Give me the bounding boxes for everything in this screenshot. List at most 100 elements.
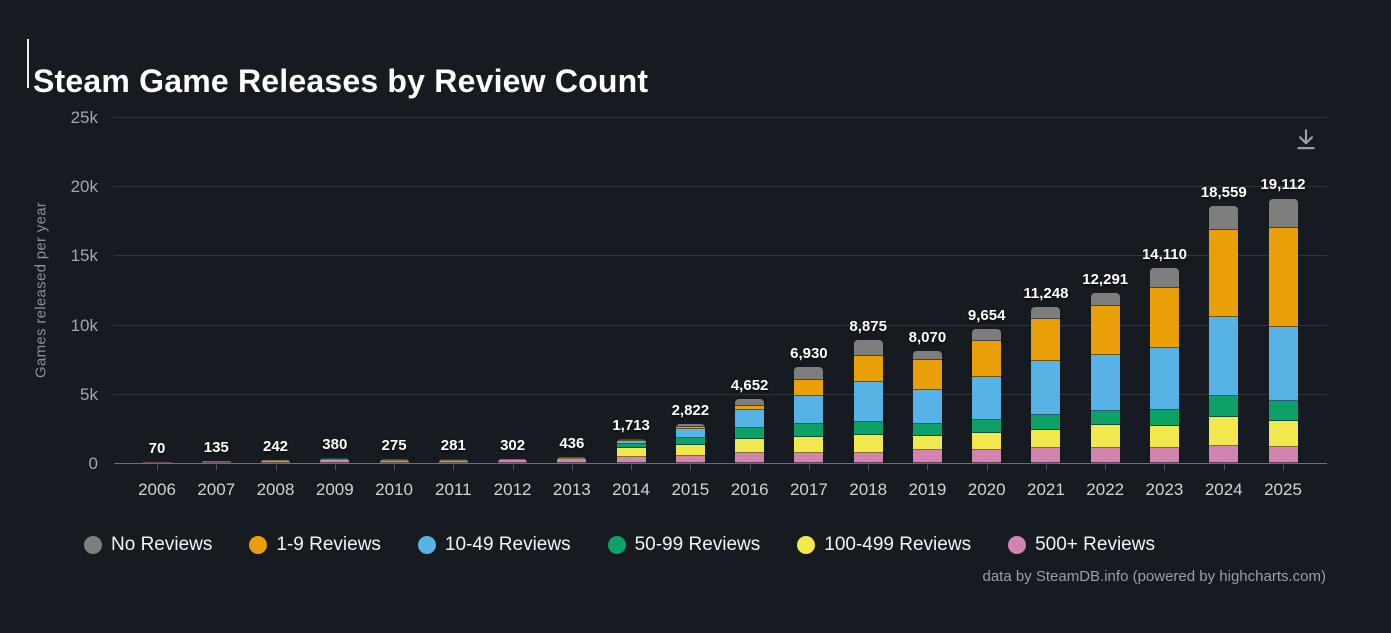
bar-segment-100-499-reviews[interactable]	[913, 436, 942, 450]
bar-segment-500-reviews[interactable]	[735, 453, 764, 463]
bar-total-label: 9,654	[942, 307, 1032, 324]
bar-segment-no-reviews[interactable]	[794, 367, 823, 380]
bar-segment-1-9-reviews[interactable]	[1150, 288, 1179, 349]
legend-item-10-49-reviews[interactable]: 10-49 Reviews	[418, 534, 571, 556]
bar-segment-no-reviews[interactable]	[1091, 293, 1120, 306]
bar-segment-1-9-reviews[interactable]	[913, 360, 942, 390]
bar-segment-50-99-reviews[interactable]	[1269, 401, 1298, 421]
x-axis-tick	[157, 463, 158, 470]
bar-group-2022[interactable]	[1091, 293, 1120, 463]
bar-segment-100-499-reviews[interactable]	[1091, 425, 1120, 447]
x-axis-tick	[809, 463, 810, 470]
bar-segment-100-499-reviews[interactable]	[972, 433, 1001, 450]
bar-group-2016[interactable]	[735, 399, 764, 463]
legend-label: 10-49 Reviews	[445, 534, 571, 556]
bar-group-2020[interactable]	[972, 329, 1001, 463]
bar-segment-50-99-reviews[interactable]	[913, 424, 942, 435]
bar-segment-10-49-reviews[interactable]	[1269, 327, 1298, 401]
bar-segment-100-499-reviews[interactable]	[1031, 430, 1060, 447]
bar-segment-no-reviews[interactable]	[1031, 307, 1060, 318]
bar-segment-50-99-reviews[interactable]	[1150, 410, 1179, 426]
bar-segment-1-9-reviews[interactable]	[794, 380, 823, 396]
y-axis-title: Games released per year	[30, 117, 52, 463]
bar-segment-100-499-reviews[interactable]	[1150, 426, 1179, 448]
bar-segment-50-99-reviews[interactable]	[735, 428, 764, 439]
bar-segment-10-49-reviews[interactable]	[735, 410, 764, 428]
bar-segment-no-reviews[interactable]	[735, 399, 764, 406]
legend-item-500-reviews[interactable]: 500+ Reviews	[1008, 534, 1155, 556]
bar-group-2023[interactable]	[1150, 268, 1179, 463]
bar-segment-10-49-reviews[interactable]	[676, 429, 705, 437]
legend-item-1-9-reviews[interactable]: 1-9 Reviews	[249, 534, 381, 556]
legend-item-50-99-reviews[interactable]: 50-99 Reviews	[608, 534, 761, 556]
bar-segment-50-99-reviews[interactable]	[794, 424, 823, 437]
bar-segment-1-9-reviews[interactable]	[972, 341, 1001, 377]
bar-segment-100-499-reviews[interactable]	[794, 437, 823, 453]
bar-segment-no-reviews[interactable]	[854, 340, 883, 356]
legend-item-100-499-reviews[interactable]: 100-499 Reviews	[797, 534, 971, 556]
bar-segment-no-reviews[interactable]	[1150, 268, 1179, 288]
bar-segment-1-9-reviews[interactable]	[1209, 230, 1238, 317]
bar-segment-500-reviews[interactable]	[676, 456, 705, 463]
bar-segment-500-reviews[interactable]	[1269, 447, 1298, 463]
bar-segment-no-reviews[interactable]	[913, 351, 942, 359]
bar-segment-no-reviews[interactable]	[1209, 206, 1238, 230]
bar-segment-10-49-reviews[interactable]	[854, 382, 883, 423]
bar-segment-100-499-reviews[interactable]	[1269, 421, 1298, 447]
legend: No Reviews 1-9 Reviews 10-49 Reviews 50-99 …	[84, 534, 1155, 556]
bar-group-2017[interactable]	[794, 367, 823, 463]
bar-segment-10-49-reviews[interactable]	[972, 377, 1001, 420]
bar-segment-10-49-reviews[interactable]	[1209, 317, 1238, 396]
bar-segment-no-reviews[interactable]	[1269, 199, 1298, 229]
y-gridline	[114, 186, 1327, 187]
y-gridline	[114, 394, 1327, 395]
x-axis-tick	[631, 463, 632, 470]
bar-segment-500-reviews[interactable]	[1209, 446, 1238, 463]
bar-segment-50-99-reviews[interactable]	[1209, 396, 1238, 417]
bar-segment-1-9-reviews[interactable]	[1031, 319, 1060, 361]
legend-item-no-reviews[interactable]: No Reviews	[84, 534, 212, 556]
bar-segment-500-reviews[interactable]	[913, 450, 942, 463]
bar-segment-500-reviews[interactable]	[1150, 448, 1179, 463]
legend-marker-icon	[84, 536, 102, 554]
bar-segment-500-reviews[interactable]	[1091, 448, 1120, 463]
bar-segment-50-99-reviews[interactable]	[854, 422, 883, 434]
x-axis-tick	[1105, 463, 1106, 470]
bar-group-2019[interactable]	[913, 351, 942, 463]
bar-segment-500-reviews[interactable]	[1031, 448, 1060, 463]
x-axis-tick	[868, 463, 869, 470]
bar-segment-10-49-reviews[interactable]	[1031, 361, 1060, 415]
bar-segment-500-reviews[interactable]	[854, 453, 883, 463]
bar-group-2018[interactable]	[854, 340, 883, 463]
bar-segment-10-49-reviews[interactable]	[794, 396, 823, 424]
bar-segment-50-99-reviews[interactable]	[1091, 411, 1120, 425]
bar-segment-10-49-reviews[interactable]	[1091, 355, 1120, 412]
bar-segment-10-49-reviews[interactable]	[913, 390, 942, 425]
y-gridline	[114, 325, 1327, 326]
bar-segment-50-99-reviews[interactable]	[1031, 415, 1060, 430]
bar-segment-50-99-reviews[interactable]	[972, 420, 1001, 433]
bar-segment-10-49-reviews[interactable]	[1150, 348, 1179, 410]
bar-group-2021[interactable]	[1031, 307, 1060, 463]
credits-text[interactable]: data by SteamDB.info (powered by highcha…	[983, 568, 1327, 585]
bar-segment-100-499-reviews[interactable]	[854, 435, 883, 453]
bar-segment-1-9-reviews[interactable]	[1091, 306, 1120, 355]
bar-group-2015[interactable]	[676, 424, 705, 463]
bar-segment-1-9-reviews[interactable]	[854, 356, 883, 381]
bar-segment-500-reviews[interactable]	[972, 450, 1001, 463]
bar-segment-50-99-reviews[interactable]	[676, 438, 705, 445]
bar-segment-no-reviews[interactable]	[972, 329, 1001, 340]
bar-segment-500-reviews[interactable]	[794, 453, 823, 463]
legend-marker-icon	[249, 536, 267, 554]
bar-segment-100-499-reviews[interactable]	[735, 439, 764, 453]
bar-segment-100-499-reviews[interactable]	[676, 445, 705, 456]
export-menu-button[interactable]	[1291, 126, 1321, 158]
x-axis-tick	[1046, 463, 1047, 470]
bar-segment-1-9-reviews[interactable]	[1269, 228, 1298, 326]
bar-segment-100-499-reviews[interactable]	[617, 448, 646, 457]
bar-group-2014[interactable]	[617, 439, 646, 463]
bar-segment-100-499-reviews[interactable]	[1209, 417, 1238, 446]
bar-group-2025[interactable]	[1269, 199, 1298, 464]
bar-group-2024[interactable]	[1209, 206, 1238, 463]
bar-total-label: 4,652	[705, 377, 795, 394]
